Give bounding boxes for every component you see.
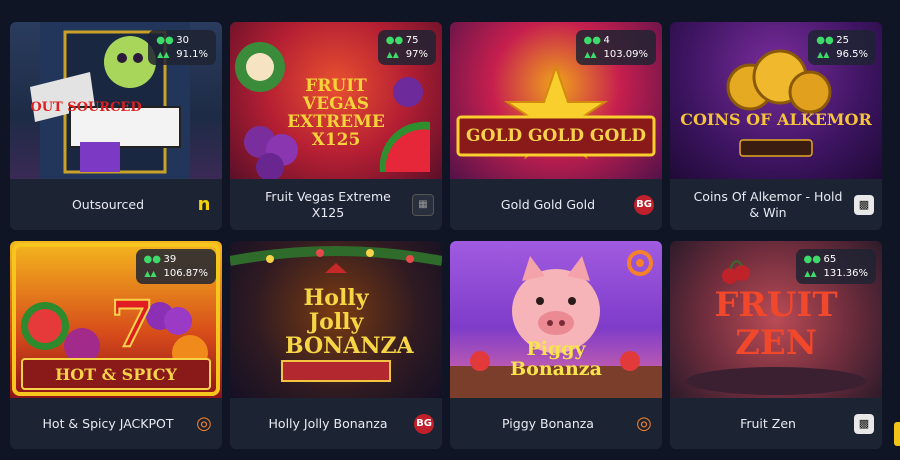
rtp-icon: ▲▲ <box>804 269 817 278</box>
game-card-piggy-bonanza[interactable]: Piggy Bonanza Piggy Bonanza ◎ <box>450 241 662 449</box>
game-title: Coins Of Alkemor - Hold & Win <box>693 188 843 220</box>
game-info: Holly Jolly Bonanza BG <box>230 398 442 449</box>
game-title: Fruit Zen <box>740 415 796 431</box>
game-info: Outsourced n <box>10 179 222 230</box>
game-art-title: GOLD GOLD GOLD <box>466 126 646 146</box>
game-stats-panel: ●● 25 ▲▲ 96.5% <box>808 30 876 65</box>
scrollbar-handle[interactable] <box>894 422 900 446</box>
game-thumbnail[interactable]: FRUIT VEGAS EXTREME X125 ●● 75 ▲▲ 97% <box>230 22 442 179</box>
game-stats-panel: ●● 30 ▲▲ 91.1% <box>148 30 216 65</box>
game-art-title: Piggy Bonanza <box>510 338 602 380</box>
game-title: Gold Gold Gold <box>500 196 596 212</box>
rtp-icon: ▲▲ <box>584 50 597 59</box>
game-thumbnail[interactable]: COINS OF ALKEMOR ●● 25 ▲▲ 96.5% <box>670 22 882 179</box>
rtp-value: 96.5% <box>836 49 868 60</box>
game-art-title: COINS OF ALKEMOR <box>680 110 872 129</box>
game-thumbnail[interactable]: FRUIT ZEN ●● 65 ▲▲ 131.36% <box>670 241 882 398</box>
players-icon: ●● <box>816 35 834 46</box>
game-info: Fruit Zen ▩ <box>670 398 882 449</box>
players-icon: ●● <box>143 254 161 265</box>
game-info: Gold Gold Gold BG <box>450 179 662 230</box>
game-grid: OUT SOURCED ●● 30 ▲▲ 91.1% Outsourced n <box>10 22 882 449</box>
rtp-icon: ▲▲ <box>386 50 399 59</box>
game-thumbnail[interactable]: Piggy Bonanza <box>450 241 662 398</box>
players-count: 65 <box>823 254 837 265</box>
game-title: Piggy Bonanza <box>502 415 594 431</box>
game-card-hot-spicy-jackpot[interactable]: 7 HOT & SPICY ●● 39 ▲▲ 106.87% Hot & Spi… <box>10 241 222 449</box>
bg-logo-icon: BG <box>634 194 654 215</box>
rtp-icon: ▲▲ <box>157 50 170 59</box>
n-logo-icon: n <box>197 194 211 215</box>
target-logo-icon: ◎ <box>196 413 212 434</box>
rtp-value: 97% <box>405 49 428 60</box>
game-art-title: Holly Jolly BONANZA <box>285 285 414 359</box>
players-count: 4 <box>603 35 610 46</box>
game-stats-panel: ●● 4 ▲▲ 103.09% <box>575 30 656 65</box>
game-card-holly-jolly-bonanza[interactable]: Holly Jolly BONANZA Holly Jolly Bonanza … <box>230 241 442 449</box>
game-art-title: OUT SOURCED <box>30 100 142 115</box>
game-info: Coins Of Alkemor - Hold & Win ▩ <box>670 179 882 230</box>
game-logo-icon: ▩ <box>854 413 874 434</box>
game-thumbnail[interactable]: Holly Jolly BONANZA <box>230 241 442 398</box>
players-count: 75 <box>405 35 419 46</box>
game-thumbnail[interactable]: 7 HOT & SPICY ●● 39 ▲▲ 106.87% <box>10 241 222 398</box>
game-stats-panel: ●● 75 ▲▲ 97% <box>377 30 436 65</box>
players-icon: ●● <box>583 35 601 46</box>
rtp-icon: ▲▲ <box>144 269 157 278</box>
game-card-fruit-zen[interactable]: FRUIT ZEN ●● 65 ▲▲ 131.36% Fruit Zen ▩ <box>670 241 882 449</box>
game-logo-icon: ▩ <box>854 194 874 215</box>
game-stats-panel: ●● 39 ▲▲ 106.87% <box>135 249 216 284</box>
game-title: Hot & Spicy JACKPOT <box>42 415 174 431</box>
game-info: Piggy Bonanza ◎ <box>450 398 662 449</box>
rtp-value: 103.09% <box>603 49 649 60</box>
rtp-value: 91.1% <box>176 49 208 60</box>
players-count: 39 <box>163 254 177 265</box>
rtp-value: 131.36% <box>823 268 869 279</box>
game-art-title: HOT & SPICY <box>55 365 177 384</box>
bg-logo-icon: BG <box>414 413 434 434</box>
players-count: 25 <box>836 35 849 46</box>
game-thumbnail[interactable]: GOLD GOLD GOLD ●● 4 ▲▲ 103.09% <box>450 22 662 179</box>
rtp-icon: ▲▲ <box>817 50 830 59</box>
game-art-title: FRUIT VEGAS EXTREME X125 <box>287 76 385 150</box>
game-thumbnail[interactable]: OUT SOURCED ●● 30 ▲▲ 91.1% <box>10 22 222 179</box>
svg-text:7: 7 <box>110 287 155 362</box>
players-count: 30 <box>176 35 189 46</box>
game-title: Outsourced <box>71 196 145 212</box>
game-title: Holly Jolly Bonanza <box>268 415 388 431</box>
players-icon: ●● <box>803 254 821 265</box>
game-card-outsourced[interactable]: OUT SOURCED ●● 30 ▲▲ 91.1% Outsourced n <box>10 22 222 230</box>
target-logo-icon: ◎ <box>636 413 652 434</box>
players-icon: ●● <box>156 35 174 46</box>
game-title: Fruit Vegas Extreme X125 <box>265 188 391 220</box>
game-info: Fruit Vegas Extreme X125 ▦ <box>230 179 442 230</box>
grid-logo-icon: ▦ <box>412 193 434 216</box>
players-icon: ●● <box>385 35 404 46</box>
game-card-gold-gold-gold[interactable]: GOLD GOLD GOLD ●● 4 ▲▲ 103.09% Gold Gold… <box>450 22 662 230</box>
game-stats-panel: ●● 65 ▲▲ 131.36% <box>795 249 876 284</box>
game-info: Hot & Spicy JACKPOT ◎ <box>10 398 222 449</box>
game-art-title: FRUIT ZEN <box>714 285 838 363</box>
game-card-fruit-vegas-extreme[interactable]: FRUIT VEGAS EXTREME X125 ●● 75 ▲▲ 97% Fr… <box>230 22 442 230</box>
rtp-value: 106.87% <box>163 268 209 279</box>
game-card-coins-of-alkemor[interactable]: COINS OF ALKEMOR ●● 25 ▲▲ 96.5% Coins Of… <box>670 22 882 230</box>
